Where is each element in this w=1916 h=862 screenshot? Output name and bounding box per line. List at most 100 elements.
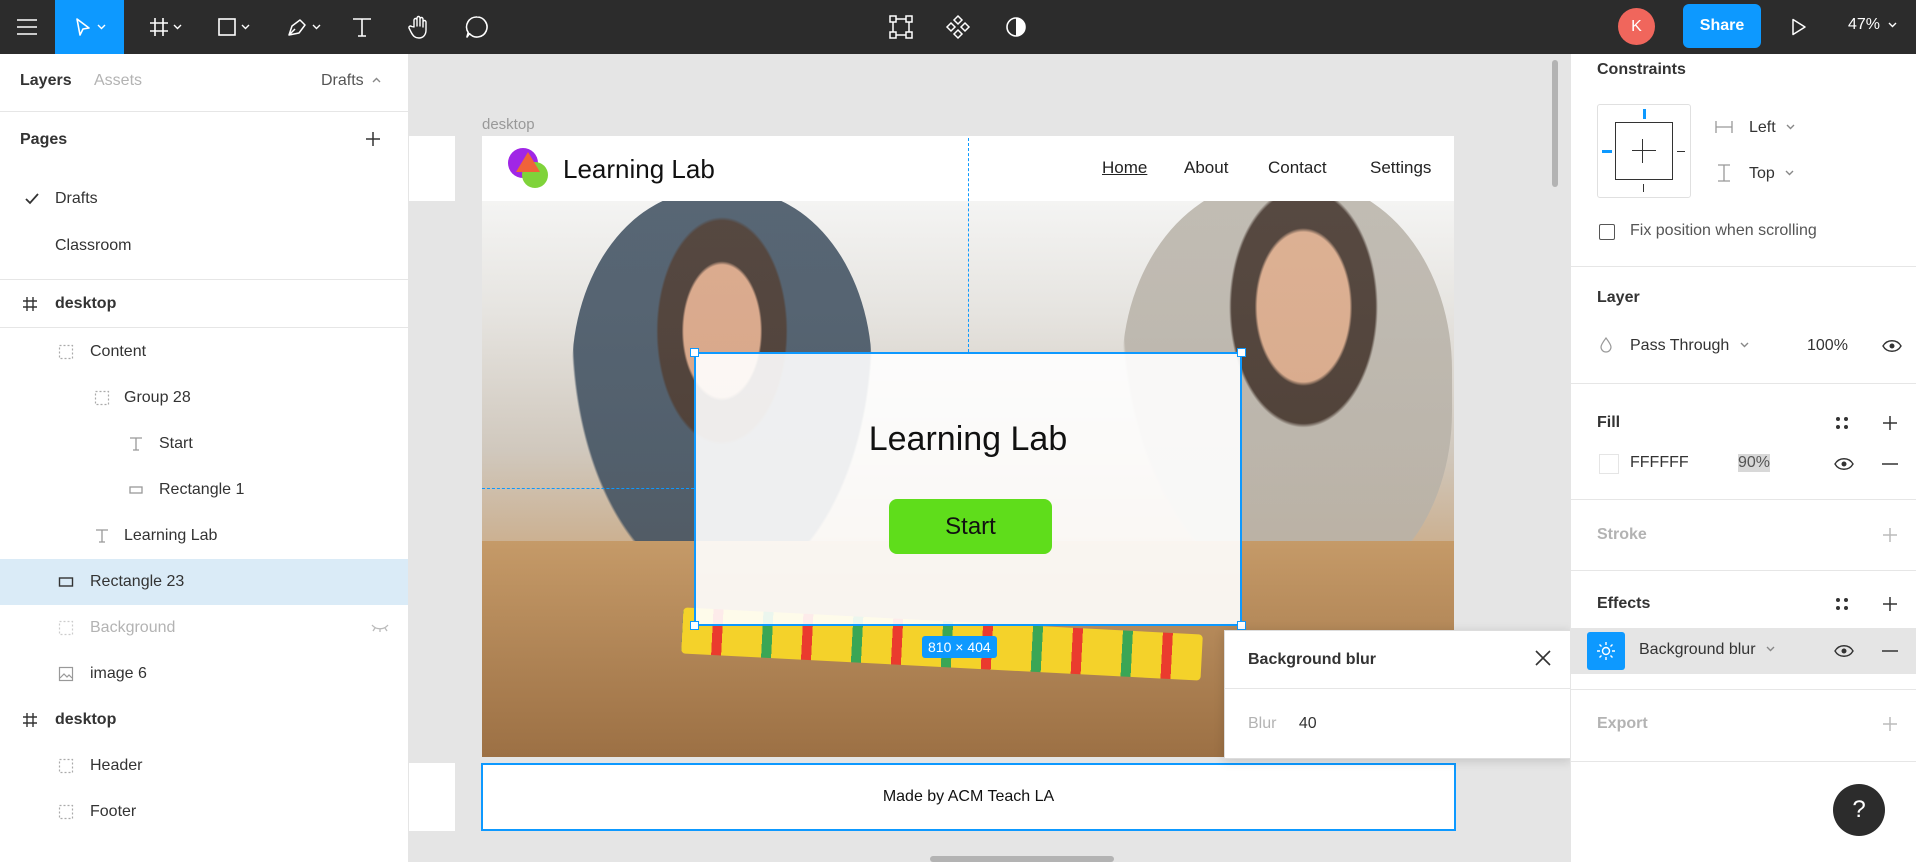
remove-effect-button[interactable] [1881, 650, 1899, 652]
fix-position-checkbox[interactable] [1599, 224, 1615, 240]
vertical-constraint-value: Top [1749, 165, 1775, 182]
plus-icon [366, 132, 380, 146]
chevron-down-icon [1766, 646, 1775, 652]
vertical-scrollbar[interactable] [1552, 60, 1558, 187]
blur-value[interactable]: 40 [1299, 715, 1317, 732]
page-dropdown[interactable]: Drafts [321, 72, 381, 90]
resize-handle[interactable] [690, 621, 699, 630]
move-tool-button[interactable] [55, 0, 124, 54]
start-button[interactable]: Start [889, 499, 1052, 554]
layer-rectangle-23[interactable]: Rectangle 23 [0, 559, 408, 605]
styles-icon[interactable] [1834, 415, 1850, 431]
right-constraint[interactable] [1677, 151, 1685, 152]
add-fill-button[interactable] [1881, 414, 1899, 432]
blend-mode-dropdown[interactable]: Pass Through [1630, 337, 1749, 355]
layer-frame-desktop-2[interactable]: desktop [0, 697, 408, 743]
share-button[interactable]: Share [1683, 4, 1761, 48]
top-constraint[interactable] [1643, 109, 1646, 119]
fill-title: Fill [1597, 414, 1621, 431]
layer-frame-desktop[interactable]: desktop [0, 281, 408, 328]
remove-fill-button[interactable] [1881, 463, 1899, 465]
eye-icon[interactable] [1882, 339, 1902, 353]
nav-home[interactable]: Home [1102, 158, 1147, 178]
tab-assets[interactable]: Assets [94, 72, 142, 90]
blur-field[interactable]: Blur 40 [1248, 715, 1317, 733]
layer-opacity[interactable]: 100% [1807, 337, 1848, 355]
edit-object-button[interactable] [886, 0, 916, 54]
layer-content[interactable]: Content [0, 329, 408, 375]
layer-header[interactable]: Header [0, 743, 408, 789]
pages-title: Pages [20, 131, 68, 148]
resize-handle[interactable] [1237, 348, 1246, 357]
page-item-classroom[interactable]: Classroom [0, 223, 408, 269]
eye-icon[interactable] [1834, 457, 1854, 471]
layer-start[interactable]: Start [0, 421, 408, 467]
left-constraint[interactable] [1602, 150, 1612, 153]
tab-layers[interactable]: Layers [20, 72, 72, 90]
chevron-down-icon [1888, 22, 1897, 28]
hidden-eye-icon[interactable] [370, 618, 390, 638]
effect-type-dropdown[interactable]: Background blur [1639, 641, 1775, 659]
avatar[interactable]: K [1618, 8, 1655, 45]
shape-tool-button[interactable] [208, 0, 258, 54]
stroke-title: Stroke [1597, 526, 1647, 543]
pen-tool-button[interactable] [278, 0, 328, 54]
horizontal-constraint-dropdown[interactable]: Left [1749, 119, 1795, 137]
hand-tool-button[interactable] [402, 0, 436, 54]
rectangle-icon [56, 572, 76, 592]
effects-title: Effects [1597, 595, 1651, 612]
create-component-button[interactable] [943, 0, 973, 54]
group-icon [56, 802, 76, 822]
site-footer[interactable]: Made by ACM Teach LA [481, 763, 1456, 831]
constraints-box [1615, 122, 1673, 180]
comment-tool-button[interactable] [460, 0, 494, 54]
fill-hex[interactable]: FFFFFF [1630, 454, 1689, 472]
layer-footer[interactable]: Footer [0, 789, 408, 835]
nav-contact[interactable]: Contact [1268, 158, 1327, 178]
add-stroke-button[interactable] [1881, 526, 1899, 544]
fill-opacity[interactable]: 90% [1738, 454, 1771, 472]
zoom-dropdown[interactable]: 47% [1848, 0, 1897, 50]
pen-icon [287, 19, 306, 36]
vertical-constraint-dropdown[interactable]: Top [1749, 165, 1794, 183]
plus-icon [1883, 597, 1897, 611]
sun-icon [1597, 642, 1615, 660]
mask-button[interactable] [1001, 0, 1031, 54]
frame-tool-button[interactable] [140, 0, 190, 54]
layer-group-28[interactable]: Group 28 [0, 375, 408, 421]
text-tool-button[interactable] [346, 0, 378, 54]
layer-rectangle-1[interactable]: Rectangle 1 [0, 467, 408, 513]
main-menu-button[interactable] [0, 0, 54, 54]
minus-icon [1882, 463, 1898, 465]
add-page-button[interactable] [364, 130, 382, 151]
bottom-constraint[interactable] [1643, 184, 1644, 192]
add-effect-button[interactable] [1881, 595, 1899, 613]
help-button[interactable]: ? [1833, 784, 1885, 836]
nav-settings[interactable]: Settings [1370, 158, 1431, 178]
footer-text: Made by ACM Teach LA [882, 788, 1055, 805]
selected-rectangle-23[interactable]: Learning Lab Start [690, 348, 1246, 630]
layer-learning-lab[interactable]: Learning Lab [0, 513, 408, 559]
export-section: Export [1571, 690, 1916, 762]
fill-swatch[interactable] [1599, 454, 1619, 474]
layer-background[interactable]: Background [0, 605, 408, 651]
add-export-button[interactable] [1881, 715, 1899, 733]
plus-icon [1883, 528, 1897, 542]
resize-handle[interactable] [1237, 621, 1246, 630]
close-button[interactable] [1534, 649, 1552, 670]
effect-settings-button[interactable] [1587, 632, 1625, 670]
rectangle-icon [217, 18, 236, 36]
horizontal-scrollbar[interactable] [930, 856, 1114, 862]
page-item-drafts[interactable]: Drafts [0, 176, 408, 222]
close-icon [1535, 650, 1551, 666]
resize-handle[interactable] [690, 348, 699, 357]
eye-icon[interactable] [1834, 644, 1854, 658]
nav-about[interactable]: About [1184, 158, 1228, 178]
layer-image-6[interactable]: image 6 [0, 651, 408, 697]
present-button[interactable] [1786, 0, 1812, 54]
frame-label[interactable]: desktop [482, 116, 535, 133]
logo-icon-part [516, 152, 540, 172]
layer-label: Group 28 [124, 389, 191, 406]
styles-icon[interactable] [1834, 596, 1850, 612]
constraints-widget[interactable] [1597, 104, 1691, 198]
